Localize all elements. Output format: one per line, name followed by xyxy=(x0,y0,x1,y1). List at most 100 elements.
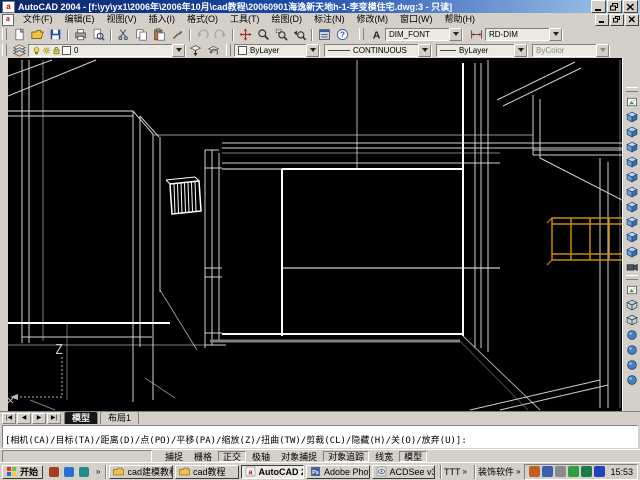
mdi-close-button[interactable] xyxy=(625,13,639,26)
front-view-button[interactable] xyxy=(623,169,640,184)
toolbar-grip[interactable] xyxy=(625,87,638,92)
tray-icon-5[interactable] xyxy=(581,466,593,477)
tab-nav-button[interactable]: ◀ xyxy=(17,413,31,424)
camera-button[interactable] xyxy=(623,259,640,274)
dim-style-dropdown-button[interactable] xyxy=(549,27,562,41)
tab-nav-button[interactable]: ▶ xyxy=(32,413,46,424)
menu-item[interactable]: 编辑(E) xyxy=(59,13,101,26)
toolbar-grip[interactable] xyxy=(359,28,364,40)
quick-launch-internet-explorer-icon[interactable] xyxy=(62,465,75,478)
top-view-button[interactable] xyxy=(623,109,640,124)
help-button[interactable] xyxy=(333,27,351,41)
gouraud-shaded-button[interactable] xyxy=(623,342,640,357)
mdi-restore-button[interactable] xyxy=(610,13,624,26)
tray-icon-3[interactable] xyxy=(555,466,567,477)
toolbar-grip[interactable] xyxy=(625,275,638,280)
menu-item[interactable]: 文件(F) xyxy=(17,13,59,26)
status-toggle-button[interactable]: 捕捉 xyxy=(160,450,189,462)
properties-button[interactable] xyxy=(311,27,333,41)
linetype-dropdown-button[interactable] xyxy=(418,43,431,57)
zoom-window-button[interactable] xyxy=(272,27,290,41)
band-chevron[interactable]: » xyxy=(514,467,522,476)
save-button[interactable] xyxy=(46,27,64,41)
match-properties-button[interactable] xyxy=(168,27,186,41)
menu-item[interactable]: 插入(I) xyxy=(143,13,182,26)
menu-item[interactable]: 窗口(W) xyxy=(394,13,439,26)
menu-item[interactable]: 工具(T) xyxy=(224,13,266,26)
plot-button[interactable] xyxy=(67,27,89,41)
tab-nav-button[interactable]: |◀ xyxy=(2,413,16,424)
plot-preview-button[interactable] xyxy=(89,27,107,41)
lineweight-combo[interactable]: ByLayer xyxy=(436,43,528,57)
quick-launch-chevron[interactable]: » xyxy=(94,467,102,476)
paste-button[interactable] xyxy=(150,27,168,41)
flat-shaded-button[interactable] xyxy=(623,327,640,342)
menu-item[interactable]: 格式(O) xyxy=(181,13,224,26)
toolbar-grip[interactable] xyxy=(226,44,231,56)
back-view-button[interactable] xyxy=(623,184,640,199)
cut-button[interactable] xyxy=(110,27,132,41)
restore-button[interactable] xyxy=(607,0,622,13)
status-toggle-button[interactable]: 线宽 xyxy=(370,450,399,462)
tray-icon-4[interactable] xyxy=(568,466,580,477)
linetype-combo[interactable]: CONTINUOUS xyxy=(324,43,432,57)
tray-icon-2[interactable] xyxy=(542,466,554,477)
status-toggle-button[interactable]: 对象捕捉 xyxy=(276,450,323,462)
menu-item[interactable]: 修改(M) xyxy=(351,13,395,26)
sw-isometric-view-button[interactable] xyxy=(623,199,640,214)
redo-button[interactable] xyxy=(211,27,229,41)
model-space-viewport[interactable]: Z xyxy=(8,58,622,411)
taskbar-band-decor-software[interactable]: 装饰软件 » xyxy=(471,464,522,479)
menu-item[interactable]: 视图(V) xyxy=(101,13,143,26)
quick-launch-icon-2[interactable] xyxy=(77,465,90,478)
task-cad-tutorial[interactable]: cad教程 xyxy=(174,464,239,479)
nw-isometric-view-button[interactable] xyxy=(623,244,640,259)
tray-icon-1[interactable] xyxy=(529,466,541,477)
command-input-area[interactable]: [相机(CA)/目标(TA)/距离(D)/点(PO)/平移(PA)/缩放(Z)/… xyxy=(2,425,638,448)
band-chevron[interactable]: » xyxy=(461,467,469,476)
status-toggle-button[interactable]: 模型 xyxy=(399,450,428,462)
close-button[interactable] xyxy=(623,0,638,13)
object-color-combo[interactable]: ByLayer xyxy=(234,43,320,57)
undo-button[interactable] xyxy=(189,27,211,41)
status-toggle-button[interactable]: 极轴 xyxy=(247,450,276,462)
layout-tab[interactable]: 布局1 xyxy=(100,411,140,424)
task-adobe-photoshop[interactable]: Adobe Photo... xyxy=(306,464,370,479)
tab-nav-button[interactable]: ▶| xyxy=(47,413,61,424)
task-acdsee[interactable]: ACDSee v3.1... xyxy=(371,464,436,479)
layer-combo[interactable]: 0 xyxy=(28,43,186,57)
menu-item[interactable]: 绘图(D) xyxy=(266,13,309,26)
se-isometric-view-button[interactable] xyxy=(623,214,640,229)
layer-dropdown-button[interactable] xyxy=(172,43,185,57)
3d-wireframe-button[interactable] xyxy=(623,297,640,312)
minimize-button[interactable] xyxy=(591,0,606,13)
layer-properties-button[interactable] xyxy=(10,43,28,57)
task-autocad[interactable]: AutoCAD 200... xyxy=(240,464,305,479)
text-style-combo[interactable]: DIM_FONT xyxy=(385,27,463,41)
pan-realtime-button[interactable] xyxy=(232,27,254,41)
flat-shaded-edges-button[interactable] xyxy=(623,357,640,372)
status-toggle-button[interactable]: 正交 xyxy=(218,450,247,462)
status-toggle-button[interactable]: 栅格 xyxy=(189,450,218,462)
gouraud-shaded-edges-button[interactable] xyxy=(623,372,640,387)
toolbar-grip[interactable] xyxy=(2,44,7,56)
named-views-button[interactable] xyxy=(623,94,640,109)
dim-style-manager-button[interactable] xyxy=(467,27,485,41)
open-button[interactable] xyxy=(28,27,46,41)
copy-button[interactable] xyxy=(132,27,150,41)
layer-previous-button[interactable] xyxy=(204,43,222,57)
right-view-button[interactable] xyxy=(623,154,640,169)
menu-item[interactable]: 帮助(H) xyxy=(439,13,482,26)
lineweight-dropdown-button[interactable] xyxy=(514,43,527,57)
mdi-minimize-button[interactable] xyxy=(595,13,609,26)
bottom-view-button[interactable] xyxy=(623,124,640,139)
task-cad-modeling-tutorial[interactable]: cad建模教程... xyxy=(109,464,173,479)
color-dropdown-button[interactable] xyxy=(306,43,319,57)
make-object-layer-current-button[interactable] xyxy=(186,43,204,57)
menu-item[interactable]: 标注(N) xyxy=(308,13,351,26)
tray-icon-6[interactable] xyxy=(594,466,606,477)
taskbar-band-ttt[interactable]: TTT » xyxy=(437,464,469,479)
ne-isometric-view-button[interactable] xyxy=(623,229,640,244)
zoom-realtime-button[interactable] xyxy=(254,27,272,41)
left-view-button[interactable] xyxy=(623,139,640,154)
